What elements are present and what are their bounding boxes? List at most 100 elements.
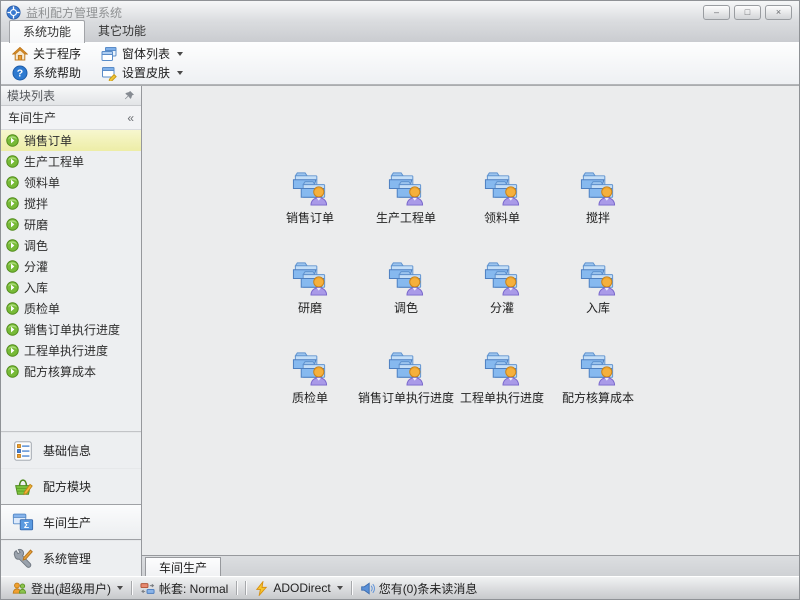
module-grid: 销售订单 生产工程单 领料单 搅拌 bbox=[262, 168, 646, 406]
green-arrow-icon bbox=[6, 218, 19, 231]
green-arrow-icon bbox=[6, 302, 19, 315]
tab-system-functions[interactable]: 系统功能 bbox=[9, 20, 85, 43]
form-list-button[interactable]: 窗体列表 bbox=[96, 44, 188, 63]
nav-item-label: 配方模块 bbox=[43, 478, 91, 495]
folder-user-icon bbox=[386, 258, 426, 297]
dropdown-arrow-icon bbox=[117, 586, 123, 590]
module-shortcut-sales-order[interactable]: 销售订单 bbox=[262, 168, 358, 226]
set-skin-button[interactable]: 设置皮肤 bbox=[96, 63, 188, 82]
sidebar-item-filling[interactable]: 分灌 bbox=[1, 256, 141, 277]
green-arrow-icon bbox=[6, 365, 19, 378]
sidebar-group-header: 车间生产 « bbox=[1, 106, 141, 130]
module-shortcut-production-order[interactable]: 生产工程单 bbox=[358, 168, 454, 226]
collapse-chevron-icon[interactable]: « bbox=[127, 111, 134, 125]
sidebar-item-engineering-order-progress[interactable]: 工程单执行进度 bbox=[1, 340, 141, 361]
sidebar-item-sales-order-progress[interactable]: 销售订单执行进度 bbox=[1, 319, 141, 340]
account-set-indicator[interactable]: 帐套: Normal bbox=[136, 580, 232, 597]
module-label: 研磨 bbox=[298, 299, 322, 316]
folder-user-icon bbox=[482, 348, 522, 387]
nav-item-system-management[interactable]: 系统管理 bbox=[1, 540, 141, 576]
window-cascade-icon bbox=[101, 46, 117, 62]
app-window: 益利配方管理系统 – □ × 系统功能 其它功能 关于程序 窗体列表 bbox=[0, 0, 800, 600]
folder-user-icon bbox=[290, 258, 330, 297]
sidebar-item-grinding[interactable]: 研磨 bbox=[1, 214, 141, 235]
module-label: 领料单 bbox=[484, 209, 520, 226]
unread-messages-label: 您有(0)条未读消息 bbox=[379, 580, 478, 597]
folder-user-icon bbox=[482, 168, 522, 207]
about-program-button[interactable]: 关于程序 bbox=[7, 44, 86, 63]
folder-user-icon bbox=[578, 258, 618, 297]
sidebar-item-label: 生产工程单 bbox=[24, 153, 84, 170]
green-arrow-icon bbox=[6, 176, 19, 189]
module-label: 销售订单执行进度 bbox=[358, 389, 454, 406]
green-arrow-icon bbox=[6, 197, 19, 210]
tools-icon bbox=[12, 548, 34, 570]
folder-user-icon bbox=[578, 348, 618, 387]
pin-icon[interactable] bbox=[123, 90, 135, 102]
sidebar-item-label: 质检单 bbox=[24, 300, 60, 317]
statusbar-divider bbox=[131, 581, 132, 595]
system-help-button[interactable]: 系统帮助 bbox=[7, 63, 86, 82]
nav-item-formula-module[interactable]: 配方模块 bbox=[1, 468, 141, 504]
status-bar: 登出(超级用户) 帐套: Normal ADODirect 您有(0)条未读消息 bbox=[1, 576, 799, 599]
module-shortcut-warehousing[interactable]: 入库 bbox=[550, 258, 646, 316]
workshop-icon bbox=[12, 511, 34, 533]
skin-icon bbox=[101, 65, 117, 81]
module-shortcut-material-requisition[interactable]: 领料单 bbox=[454, 168, 550, 226]
sidebar-item-mixing[interactable]: 搅拌 bbox=[1, 193, 141, 214]
nav-item-workshop-production[interactable]: 车间生产 bbox=[1, 504, 141, 540]
module-label: 分灌 bbox=[490, 299, 514, 316]
document-tab-workshop-production[interactable]: 车间生产 bbox=[145, 557, 221, 576]
logout-dropdown[interactable]: 登出(超级用户) bbox=[8, 580, 127, 597]
help-icon bbox=[12, 65, 28, 81]
sidebar-item-formula-cost[interactable]: 配方核算成本 bbox=[1, 361, 141, 382]
module-shortcut-quality-inspection[interactable]: 质检单 bbox=[262, 348, 358, 406]
document-tab-bar: 车间生产 bbox=[142, 555, 799, 576]
folder-user-icon bbox=[386, 348, 426, 387]
sidebar-item-label: 研磨 bbox=[24, 216, 48, 233]
maximize-button[interactable]: □ bbox=[734, 5, 761, 20]
module-shortcut-formula-cost[interactable]: 配方核算成本 bbox=[550, 348, 646, 406]
unread-messages-indicator[interactable]: 您有(0)条未读消息 bbox=[356, 580, 482, 597]
sidebar-item-label: 工程单执行进度 bbox=[24, 342, 108, 359]
data-provider-dropdown[interactable]: ADODirect bbox=[250, 581, 346, 596]
form-list-label: 窗体列表 bbox=[122, 45, 170, 62]
module-label: 配方核算成本 bbox=[562, 389, 634, 406]
ribbon-tab-strip: 系统功能 其它功能 bbox=[1, 23, 799, 42]
nav-item-basic-info[interactable]: 基础信息 bbox=[1, 432, 141, 468]
green-arrow-icon bbox=[6, 134, 19, 147]
folder-user-icon bbox=[482, 258, 522, 297]
dropdown-arrow-icon bbox=[177, 71, 183, 75]
sidebar-item-tinting[interactable]: 调色 bbox=[1, 235, 141, 256]
ribbon-row-1: 关于程序 窗体列表 bbox=[7, 44, 793, 63]
window-controls: – □ × bbox=[703, 5, 794, 20]
module-shortcut-mixing[interactable]: 搅拌 bbox=[550, 168, 646, 226]
tab-other-functions[interactable]: 其它功能 bbox=[85, 20, 159, 42]
module-shortcut-filling[interactable]: 分灌 bbox=[454, 258, 550, 316]
sidebar-item-sales-order[interactable]: 销售订单 bbox=[1, 130, 141, 151]
sidebar-item-production-order[interactable]: 生产工程单 bbox=[1, 151, 141, 172]
main-column: 销售订单 生产工程单 领料单 搅拌 bbox=[142, 86, 799, 576]
basket-icon bbox=[12, 476, 34, 498]
sidebar-item-label: 分灌 bbox=[24, 258, 48, 275]
module-shortcut-grinding[interactable]: 研磨 bbox=[262, 258, 358, 316]
list-icon bbox=[12, 440, 34, 462]
dropdown-arrow-icon bbox=[177, 52, 183, 56]
close-button[interactable]: × bbox=[765, 5, 792, 20]
module-shortcut-sales-order-progress[interactable]: 销售订单执行进度 bbox=[358, 348, 454, 406]
sidebar-item-material-requisition[interactable]: 领料单 bbox=[1, 172, 141, 193]
folder-user-icon bbox=[578, 168, 618, 207]
switch-account-icon bbox=[140, 581, 155, 596]
account-set-label: 帐套: Normal bbox=[159, 580, 228, 597]
module-shortcut-tinting[interactable]: 调色 bbox=[358, 258, 454, 316]
minimize-button[interactable]: – bbox=[703, 5, 730, 20]
module-shortcut-engineering-order-progress[interactable]: 工程单执行进度 bbox=[454, 348, 550, 406]
sidebar-header-label: 模块列表 bbox=[7, 87, 55, 104]
sidebar-item-quality-inspection[interactable]: 质检单 bbox=[1, 298, 141, 319]
statusbar-divider bbox=[245, 581, 246, 595]
module-label: 调色 bbox=[394, 299, 418, 316]
logout-label: 登出(超级用户) bbox=[31, 580, 111, 597]
sidebar-item-warehousing[interactable]: 入库 bbox=[1, 277, 141, 298]
sidebar-item-label: 调色 bbox=[24, 237, 48, 254]
green-arrow-icon bbox=[6, 155, 19, 168]
